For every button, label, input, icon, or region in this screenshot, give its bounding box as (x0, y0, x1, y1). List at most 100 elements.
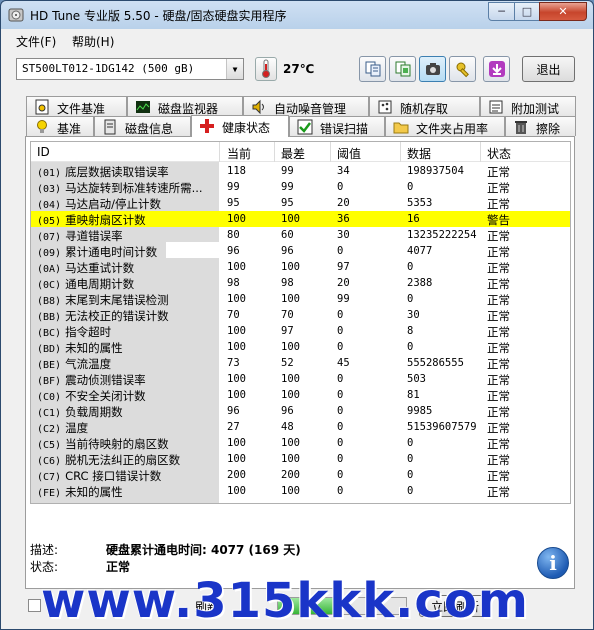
table-row[interactable]: (C0) 不安全关闭计数 100 100 0 81 正常 (31, 387, 570, 403)
tab-benchmark[interactable]: 基准 (26, 116, 94, 136)
copy-text-button[interactable] (359, 56, 386, 82)
tab-error-scan[interactable]: 错误扫描 (289, 116, 385, 136)
cell-worst: 100 (281, 485, 300, 497)
table-row[interactable]: (0C) 通电周期计数 98 98 20 2388 正常 (31, 275, 570, 291)
menu-file[interactable]: 文件(F) (16, 33, 56, 50)
attribute-code: (07) (37, 232, 62, 243)
table-row[interactable]: (BC) 指令超时 100 97 0 8 正常 (31, 323, 570, 339)
description-value: 硬盘累计通电时间: 4077 (169 天) (106, 543, 301, 557)
attribute-code: (B8) (37, 296, 62, 307)
file-benchmark-icon (35, 99, 49, 115)
minimize-button[interactable]: ─ (488, 2, 515, 21)
attribute-name: 脱机无法纠正的扇区数 (65, 453, 181, 467)
table-row[interactable]: (03) 马达旋转到标准转速所需... 99 99 0 0 正常 (31, 179, 570, 195)
cell-id: (0C) 通电周期计数 (37, 276, 219, 292)
table-row[interactable]: (C2) 温度 27 48 0 51539607579 正常 (31, 419, 570, 435)
cell-status: 正常 (487, 325, 510, 339)
header-divider (480, 142, 481, 162)
attribute-name: 温度 (65, 421, 89, 435)
attribute-code: (04) (37, 200, 62, 211)
cell-data: 0 (407, 485, 414, 497)
smart-table[interactable]: ID 当前 最差 阈值 数据 状态 (01) 底层数据读取错误率 118 99 34 19… (30, 141, 571, 504)
header-id[interactable]: ID (37, 145, 50, 159)
attribute-code: (C5) (37, 440, 62, 451)
table-row[interactable]: (C7) CRC 接口错误计数 200 200 0 0 正常 (31, 467, 570, 483)
save-button[interactable] (483, 56, 510, 82)
table-row[interactable]: (BD) 未知的属性 100 100 0 0 正常 (31, 339, 570, 355)
tab-aam[interactable]: 自动噪音管理 (243, 96, 369, 116)
attribute-name: 无法校正的错误计数 (65, 309, 169, 323)
attribute-name: 未知的属性 (65, 341, 123, 355)
header-status[interactable]: 状态 (487, 145, 511, 162)
screenshot-button[interactable] (419, 56, 446, 82)
attribute-name: 负载周期数 (65, 405, 123, 419)
table-row[interactable]: (C1) 负载周期数 96 96 0 9985 正常 (31, 403, 570, 419)
tab-folder-usage[interactable]: 文件夹占用率 (385, 116, 505, 136)
attribute-name: 未知的属性 (65, 485, 123, 499)
table-row[interactable]: (0A) 马达重试计数 100 100 97 0 正常 (31, 259, 570, 275)
cell-id: (C2) 温度 (37, 420, 219, 436)
attribute-code: (05) (37, 216, 62, 227)
auto-refresh-checkbox[interactable] (28, 599, 41, 612)
exit-button[interactable]: 退出 (522, 56, 575, 82)
attribute-code: (BD) (37, 344, 62, 355)
table-row[interactable]: (09) 累计通电时间计数 96 96 0 4077 正常 (31, 243, 570, 259)
tab-file-benchmark[interactable]: 文件基准 (26, 96, 127, 116)
title-bar[interactable]: HD Tune 专业版 5.50 - 硬盘/固态硬盘实用程序 ─ □ ✕ (1, 1, 593, 29)
attribute-name: 震动侦测错误率 (65, 373, 146, 387)
info-icon[interactable]: i (537, 547, 569, 579)
red-cross-icon (200, 119, 214, 133)
table-row[interactable]: (BE) 气流温度 73 52 45 555286555 正常 (31, 355, 570, 371)
options-button[interactable] (449, 56, 476, 82)
chevron-down-icon[interactable]: ▼ (226, 59, 243, 79)
attribute-name: 指令超时 (65, 325, 112, 339)
tab-erase[interactable]: 擦除 (505, 116, 576, 136)
attribute-name: 重映射扇区计数 (65, 213, 146, 227)
header-worst[interactable]: 最差 (281, 145, 305, 162)
table-row[interactable]: (04) 马达启动/停止计数 95 95 20 5353 正常 (31, 195, 570, 211)
copy-info-button[interactable] (389, 56, 416, 82)
table-row[interactable]: (B8) 末尾到末尾错误检测 100 100 99 0 正常 (31, 291, 570, 307)
cell-id: (B8) 末尾到末尾错误检测 (37, 292, 219, 308)
attribute-name: 寻道错误率 (65, 229, 123, 243)
tab-disk-monitor[interactable]: 磁盘监视器 (127, 96, 243, 116)
menu-help[interactable]: 帮助(H) (72, 33, 114, 50)
cell-id: (FE) 未知的属性 (37, 484, 219, 500)
lightbulb-icon (37, 120, 47, 133)
table-row[interactable]: (BF) 震动侦测错误率 100 100 0 503 正常 (31, 371, 570, 387)
header-threshold[interactable]: 阈值 (337, 145, 361, 162)
table-row[interactable]: (BB) 无法校正的错误计数 70 70 0 30 正常 (31, 307, 570, 323)
cell-id: (0A) 马达重试计数 (37, 260, 219, 276)
cell-id: (04) 马达启动/停止计数 (37, 196, 219, 212)
attribute-code: (FE) (37, 488, 62, 499)
header-data[interactable]: 数据 (407, 145, 431, 162)
cell-status: 正常 (487, 309, 510, 323)
table-row[interactable]: (07) 寻道错误率 80 60 30 13235222254 正常 (31, 227, 570, 243)
attribute-code: (BF) (37, 376, 62, 387)
cell-id: (09) 累计通电时间计数 (37, 244, 219, 260)
attribute-name: 末尾到末尾错误检测 (65, 293, 169, 307)
maximize-button[interactable]: □ (514, 2, 540, 21)
table-row[interactable]: (FE) 未知的属性 100 100 0 0 正常 (31, 483, 570, 499)
tab-random-access[interactable]: 随机存取 (369, 96, 480, 116)
header-current[interactable]: 当前 (227, 145, 251, 162)
table-row[interactable]: (01) 底层数据读取错误率 118 99 34 198937504 正常 (31, 163, 570, 179)
close-button[interactable]: ✕ (539, 2, 587, 21)
cell-status: 正常 (487, 341, 510, 355)
attribute-name: 马达启动/停止计数 (65, 197, 161, 211)
attribute-code: (C1) (37, 408, 62, 419)
cell-id: (C7) CRC 接口错误计数 (37, 468, 219, 484)
table-row[interactable]: (C6) 脱机无法纠正的扇区数 100 100 0 0 正常 (31, 451, 570, 467)
random-access-icon (378, 100, 392, 114)
toolbar: ST500LT012-1DG142 (500 gB) ▼ 27℃ 退出 (1, 51, 593, 89)
attribute-code: (C0) (37, 392, 62, 403)
cell-id: (BF) 震动侦测错误率 (37, 372, 219, 388)
drive-select[interactable]: ST500LT012-1DG142 (500 gB) ▼ (16, 58, 244, 80)
tab-extra-tests[interactable]: 附加测试 (480, 96, 576, 116)
tab-disk-info[interactable]: 磁盘信息 (94, 116, 191, 136)
tab-health[interactable]: 健康状态 (191, 115, 289, 137)
table-row[interactable]: (C5) 当前待映射的扇区数 100 100 0 0 正常 (31, 435, 570, 451)
table-row[interactable]: (05) 重映射扇区计数 100 100 36 16 警告 (31, 211, 570, 227)
cell-id: (C5) 当前待映射的扇区数 (37, 436, 219, 452)
watermark-text: www.315kkk.com (41, 573, 529, 629)
